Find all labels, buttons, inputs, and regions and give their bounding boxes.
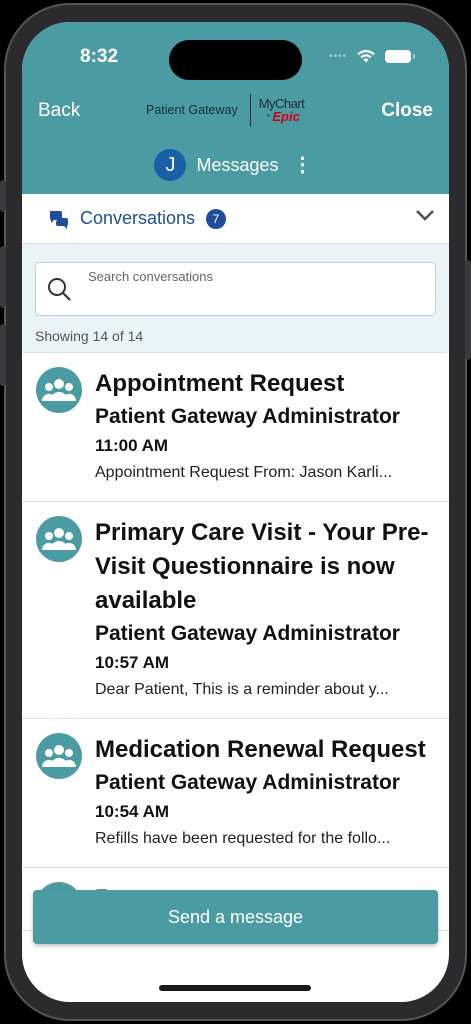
signal-dots-icon: ••••	[328, 50, 347, 62]
message-time: 10:54 AM	[95, 802, 170, 821]
message-preview-text: Appointment Request From: Jason Karli...	[95, 464, 393, 481]
group-icon	[36, 516, 82, 562]
avatar[interactable]: J	[154, 149, 187, 181]
send-message-button[interactable]: Send a message	[33, 890, 438, 944]
search-icon	[48, 278, 71, 301]
close-button[interactable]: Close	[381, 100, 433, 122]
status-time: 8:32	[80, 46, 119, 67]
search-area: Showing 14 of 14	[22, 244, 449, 352]
status-icons: ••••	[328, 49, 415, 63]
app-header: 8:32 •••• Back Patient Gateway MyChart i…	[22, 22, 449, 194]
conversations-label: Conversations	[80, 208, 196, 228]
message-title: Appointment Request	[95, 370, 345, 397]
home-indicator	[159, 985, 311, 991]
epic-row: is Epic	[267, 110, 305, 123]
message-preview-text: Dear Patient, This is a reminder about y…	[95, 681, 389, 698]
message-title: Primary Care Visit - Your Pre-Visit Ques…	[95, 519, 429, 614]
message-sender: Patient Gateway Administrator	[95, 771, 400, 794]
dynamic-island	[169, 40, 302, 80]
message-time: 11:00 AM	[95, 436, 169, 455]
message-preview-text: Refills have been requested for the foll…	[95, 830, 391, 847]
epic-logo: Epic	[272, 109, 300, 124]
message-preview: Dear Patient, This is a reminder about y…	[95, 676, 439, 704]
status-bar: 8:32 ••••	[22, 40, 449, 80]
group-icon	[36, 733, 82, 779]
wifi-icon	[357, 49, 375, 63]
message-preview: Appointment Request From: Jason Karli...	[95, 459, 439, 487]
side-button	[465, 260, 471, 360]
side-button	[0, 246, 6, 308]
message-sender: Patient Gateway Administrator	[95, 622, 400, 645]
brand-is: is	[266, 113, 271, 119]
brand-divider	[249, 94, 251, 126]
messages-header: J Messages ⋮	[22, 148, 449, 182]
back-button[interactable]: Back	[38, 100, 80, 122]
nav-bar: Back Patient Gateway MyChart is Epic Clo…	[22, 94, 449, 128]
mychart-logo: MyChart is Epic	[259, 97, 305, 123]
list-item[interactable]: Medication Renewal Request Patient Gatew…	[22, 719, 449, 868]
more-options-icon[interactable]: ⋮	[289, 155, 317, 175]
message-preview: Refills have been requested for the foll…	[95, 825, 439, 853]
screen: 8:32 •••• Back Patient Gateway MyChart i…	[22, 22, 449, 1002]
conversations-toggle[interactable]: Conversations 7	[22, 194, 449, 244]
message-time: 10:57 AM	[95, 653, 170, 672]
search-box[interactable]	[35, 262, 436, 316]
search-input[interactable]	[88, 269, 418, 284]
message-sender: Patient Gateway Administrator	[95, 405, 400, 428]
brand-logo: Patient Gateway MyChart is Epic	[146, 94, 305, 126]
conversation-list: Appointment Request Patient Gateway Admi…	[22, 352, 449, 931]
conversations-count-badge: 7	[206, 209, 226, 229]
chevron-down-icon[interactable]	[415, 208, 435, 222]
battery-icon	[385, 49, 415, 63]
group-icon	[36, 367, 82, 413]
list-item[interactable]: Primary Care Visit - Your Pre-Visit Ques…	[22, 502, 449, 719]
brand-name: Patient Gateway	[146, 103, 238, 117]
side-button	[0, 324, 6, 386]
side-button	[0, 180, 6, 212]
message-title: Medication Renewal Request	[95, 736, 426, 763]
chat-bubbles-icon	[49, 211, 69, 229]
results-count: Showing 14 of 14	[35, 328, 144, 344]
page-title: Messages	[196, 154, 279, 175]
list-item[interactable]: Appointment Request Patient Gateway Admi…	[22, 353, 449, 502]
